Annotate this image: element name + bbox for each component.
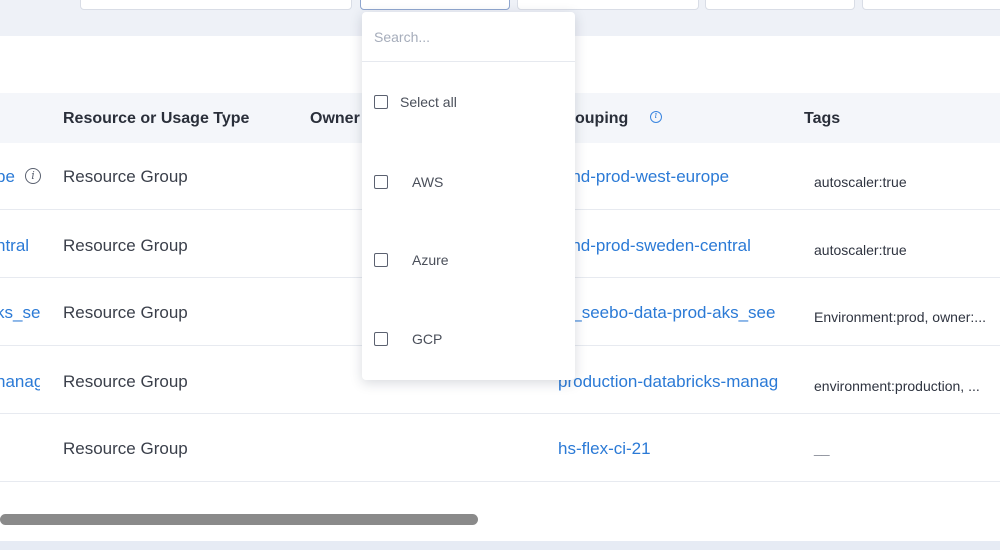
table-row-type: Resource Group bbox=[63, 236, 188, 255]
info-icon[interactable]: i bbox=[25, 168, 41, 184]
grouping-info-icon[interactable]: i bbox=[650, 111, 662, 123]
filter-field-5[interactable] bbox=[862, 0, 1000, 10]
filter-field-1[interactable] bbox=[80, 0, 352, 10]
option-label: GCP bbox=[412, 331, 443, 347]
table-row-name-link[interactable]: ntral bbox=[0, 236, 29, 256]
table-row-grouping-link[interactable]: -rnd-prod-sweden-central bbox=[560, 236, 751, 256]
filter-field-provider[interactable] bbox=[360, 0, 510, 10]
dropdown-search-input[interactable] bbox=[362, 12, 575, 62]
table-row-grouping-link[interactable]: production-databricks-manag bbox=[558, 372, 782, 392]
select-all-checkbox[interactable] bbox=[374, 95, 388, 109]
filter-field-4[interactable] bbox=[705, 0, 855, 10]
option-label: Azure bbox=[412, 252, 449, 268]
table-row-type: Resource Group bbox=[63, 303, 188, 322]
provider-dropdown: Select all AWS Azure GCP bbox=[362, 12, 575, 380]
option-checkbox[interactable] bbox=[374, 253, 388, 267]
row-divider bbox=[0, 481, 1000, 482]
select-all-label: Select all bbox=[400, 94, 457, 110]
select-all-option[interactable]: Select all bbox=[374, 92, 457, 112]
table-row-tags-empty: __ bbox=[814, 440, 830, 456]
table-row-type: Resource Group bbox=[63, 372, 188, 391]
column-header-tags[interactable]: Tags bbox=[804, 110, 840, 128]
table-row-name-link[interactable]: ks_see bbox=[0, 303, 40, 323]
footer-band bbox=[0, 541, 1000, 550]
option-label: AWS bbox=[412, 174, 444, 190]
table-row-grouping-link[interactable]: hs-flex-ci-21 bbox=[558, 439, 651, 459]
option-aws[interactable]: AWS bbox=[374, 172, 443, 192]
row-divider bbox=[0, 413, 1000, 414]
table-row-tags: autoscaler:true bbox=[814, 242, 907, 258]
option-checkbox[interactable] bbox=[374, 175, 388, 189]
table-row-name-link[interactable]: nanag bbox=[0, 372, 40, 392]
table-row-type: Resource Group bbox=[63, 167, 188, 186]
column-header-owner[interactable]: Owner bbox=[310, 110, 360, 128]
scrollbar-thumb[interactable] bbox=[0, 514, 478, 525]
table-row-tags: autoscaler:true bbox=[814, 174, 907, 190]
table-row-tags: Environment:prod, owner:... bbox=[814, 309, 986, 325]
column-header-grouping[interactable]: ouping bbox=[575, 110, 628, 128]
option-checkbox[interactable] bbox=[374, 332, 388, 346]
option-azure[interactable]: Azure bbox=[374, 250, 449, 270]
table-row-grouping-link[interactable]: -rnd-prod-west-europe bbox=[560, 167, 729, 187]
table-row-type: Resource Group bbox=[63, 439, 188, 458]
column-header-resource-type[interactable]: Resource or Usage Type bbox=[63, 110, 249, 128]
table-row-tags: environment:production, ... bbox=[814, 378, 980, 394]
table-row-grouping-link[interactable]: C_seebo-data-prod-aks_see bbox=[560, 303, 782, 323]
table-row-name-link[interactable]: pe bbox=[0, 167, 15, 187]
filter-field-3[interactable] bbox=[517, 0, 699, 10]
option-gcp[interactable]: GCP bbox=[374, 329, 442, 349]
